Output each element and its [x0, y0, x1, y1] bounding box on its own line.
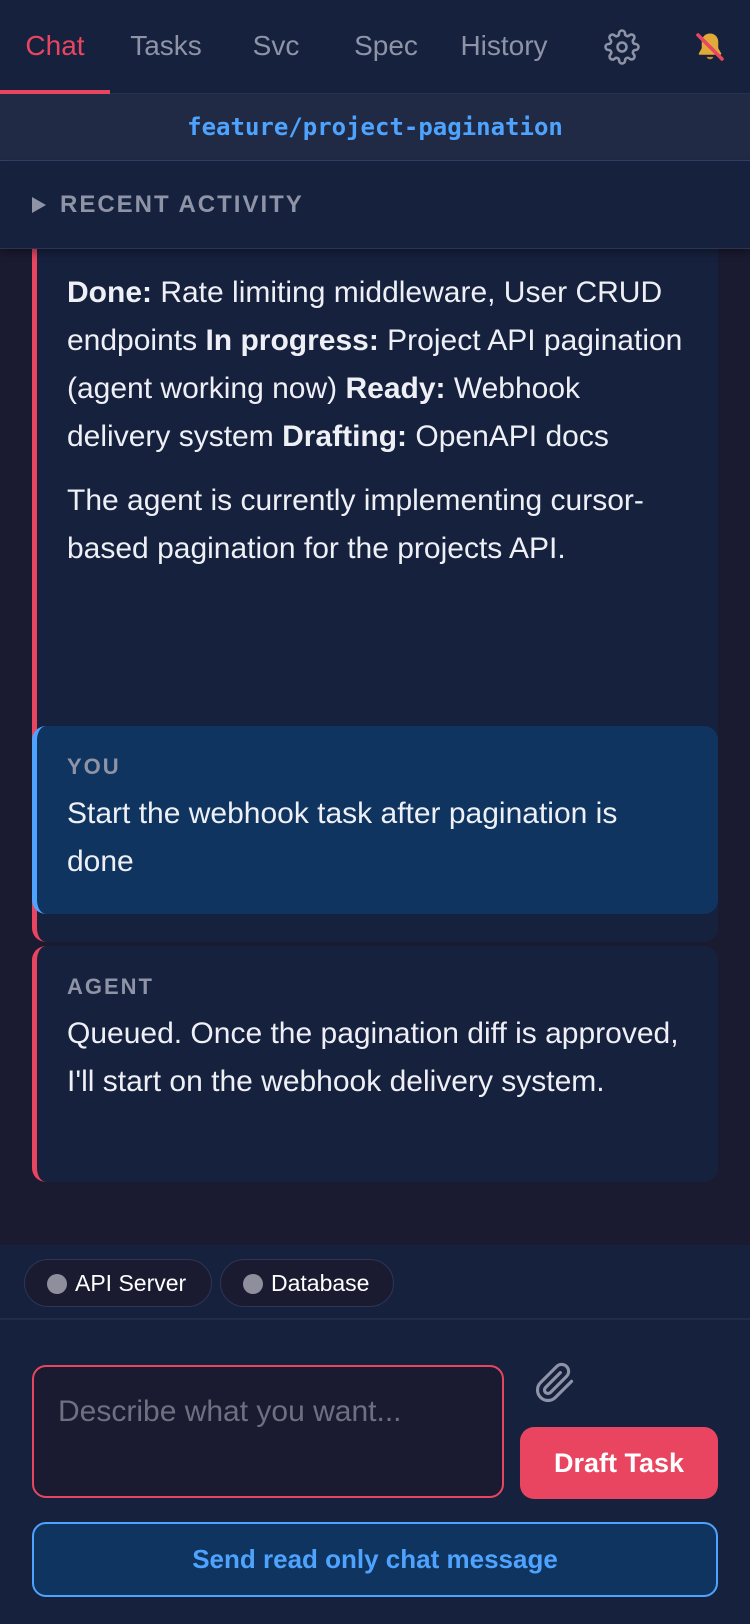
bell-muted-icon[interactable]: [692, 29, 728, 65]
composer: Draft Task Send read only chat message: [0, 1320, 750, 1624]
status-text: OpenAPI docs: [407, 420, 609, 453]
tab-history[interactable]: History: [442, 0, 566, 94]
task-description-input[interactable]: [32, 1365, 504, 1498]
service-chip-api-server[interactable]: API Server: [24, 1259, 212, 1307]
status-label-drafting: Drafting:: [282, 420, 408, 453]
caret-right-icon: [32, 197, 46, 213]
service-status-bar: API Server Database: [0, 1245, 750, 1320]
tab-spec[interactable]: Spec: [330, 0, 442, 94]
recent-activity-label: RECENT ACTIVITY: [60, 191, 304, 218]
status-label-done: Done:: [67, 276, 152, 309]
status-dot-icon: [47, 1274, 67, 1294]
status-label-ready: Ready:: [345, 372, 446, 405]
tab-chat[interactable]: Chat: [0, 0, 110, 94]
message-text: Queued. Once the pagination diff is appr…: [67, 1017, 679, 1098]
service-label: Database: [271, 1270, 370, 1296]
gear-icon[interactable]: [604, 29, 640, 65]
top-nav: Chat Tasks Svc Spec History: [0, 0, 750, 94]
send-readonly-message-button[interactable]: Send read only chat message: [32, 1522, 718, 1597]
status-dot-icon: [243, 1274, 263, 1294]
service-label: API Server: [75, 1270, 187, 1296]
message-paragraph: The agent is currently implementing curs…: [67, 484, 644, 565]
paperclip-icon[interactable]: [534, 1362, 576, 1404]
branch-bar: feature/project-pagination: [0, 94, 750, 161]
user-message: YOU Start the webhook task after paginat…: [32, 726, 718, 914]
message-role-label: YOU: [67, 754, 121, 779]
status-label-in-progress: In progress:: [205, 324, 379, 357]
tab-svc[interactable]: Svc: [222, 0, 330, 94]
recent-activity-toggle[interactable]: RECENT ACTIVITY: [0, 161, 750, 249]
branch-name: feature/project-pagination: [187, 113, 563, 141]
message-role-label: AGENT: [67, 974, 154, 999]
message-paragraph: Done: Rate limiting middleware, User CRU…: [67, 269, 688, 461]
tab-tasks[interactable]: Tasks: [110, 0, 222, 94]
draft-task-button[interactable]: Draft Task: [520, 1427, 718, 1499]
agent-message: AGENT Queued. Once the pagination diff i…: [32, 946, 718, 1182]
service-chip-database[interactable]: Database: [220, 1259, 394, 1307]
message-text: Start the webhook task after pagination …: [67, 797, 618, 878]
chat-thread[interactable]: Done: Rate limiting middleware, User CRU…: [0, 249, 750, 1245]
